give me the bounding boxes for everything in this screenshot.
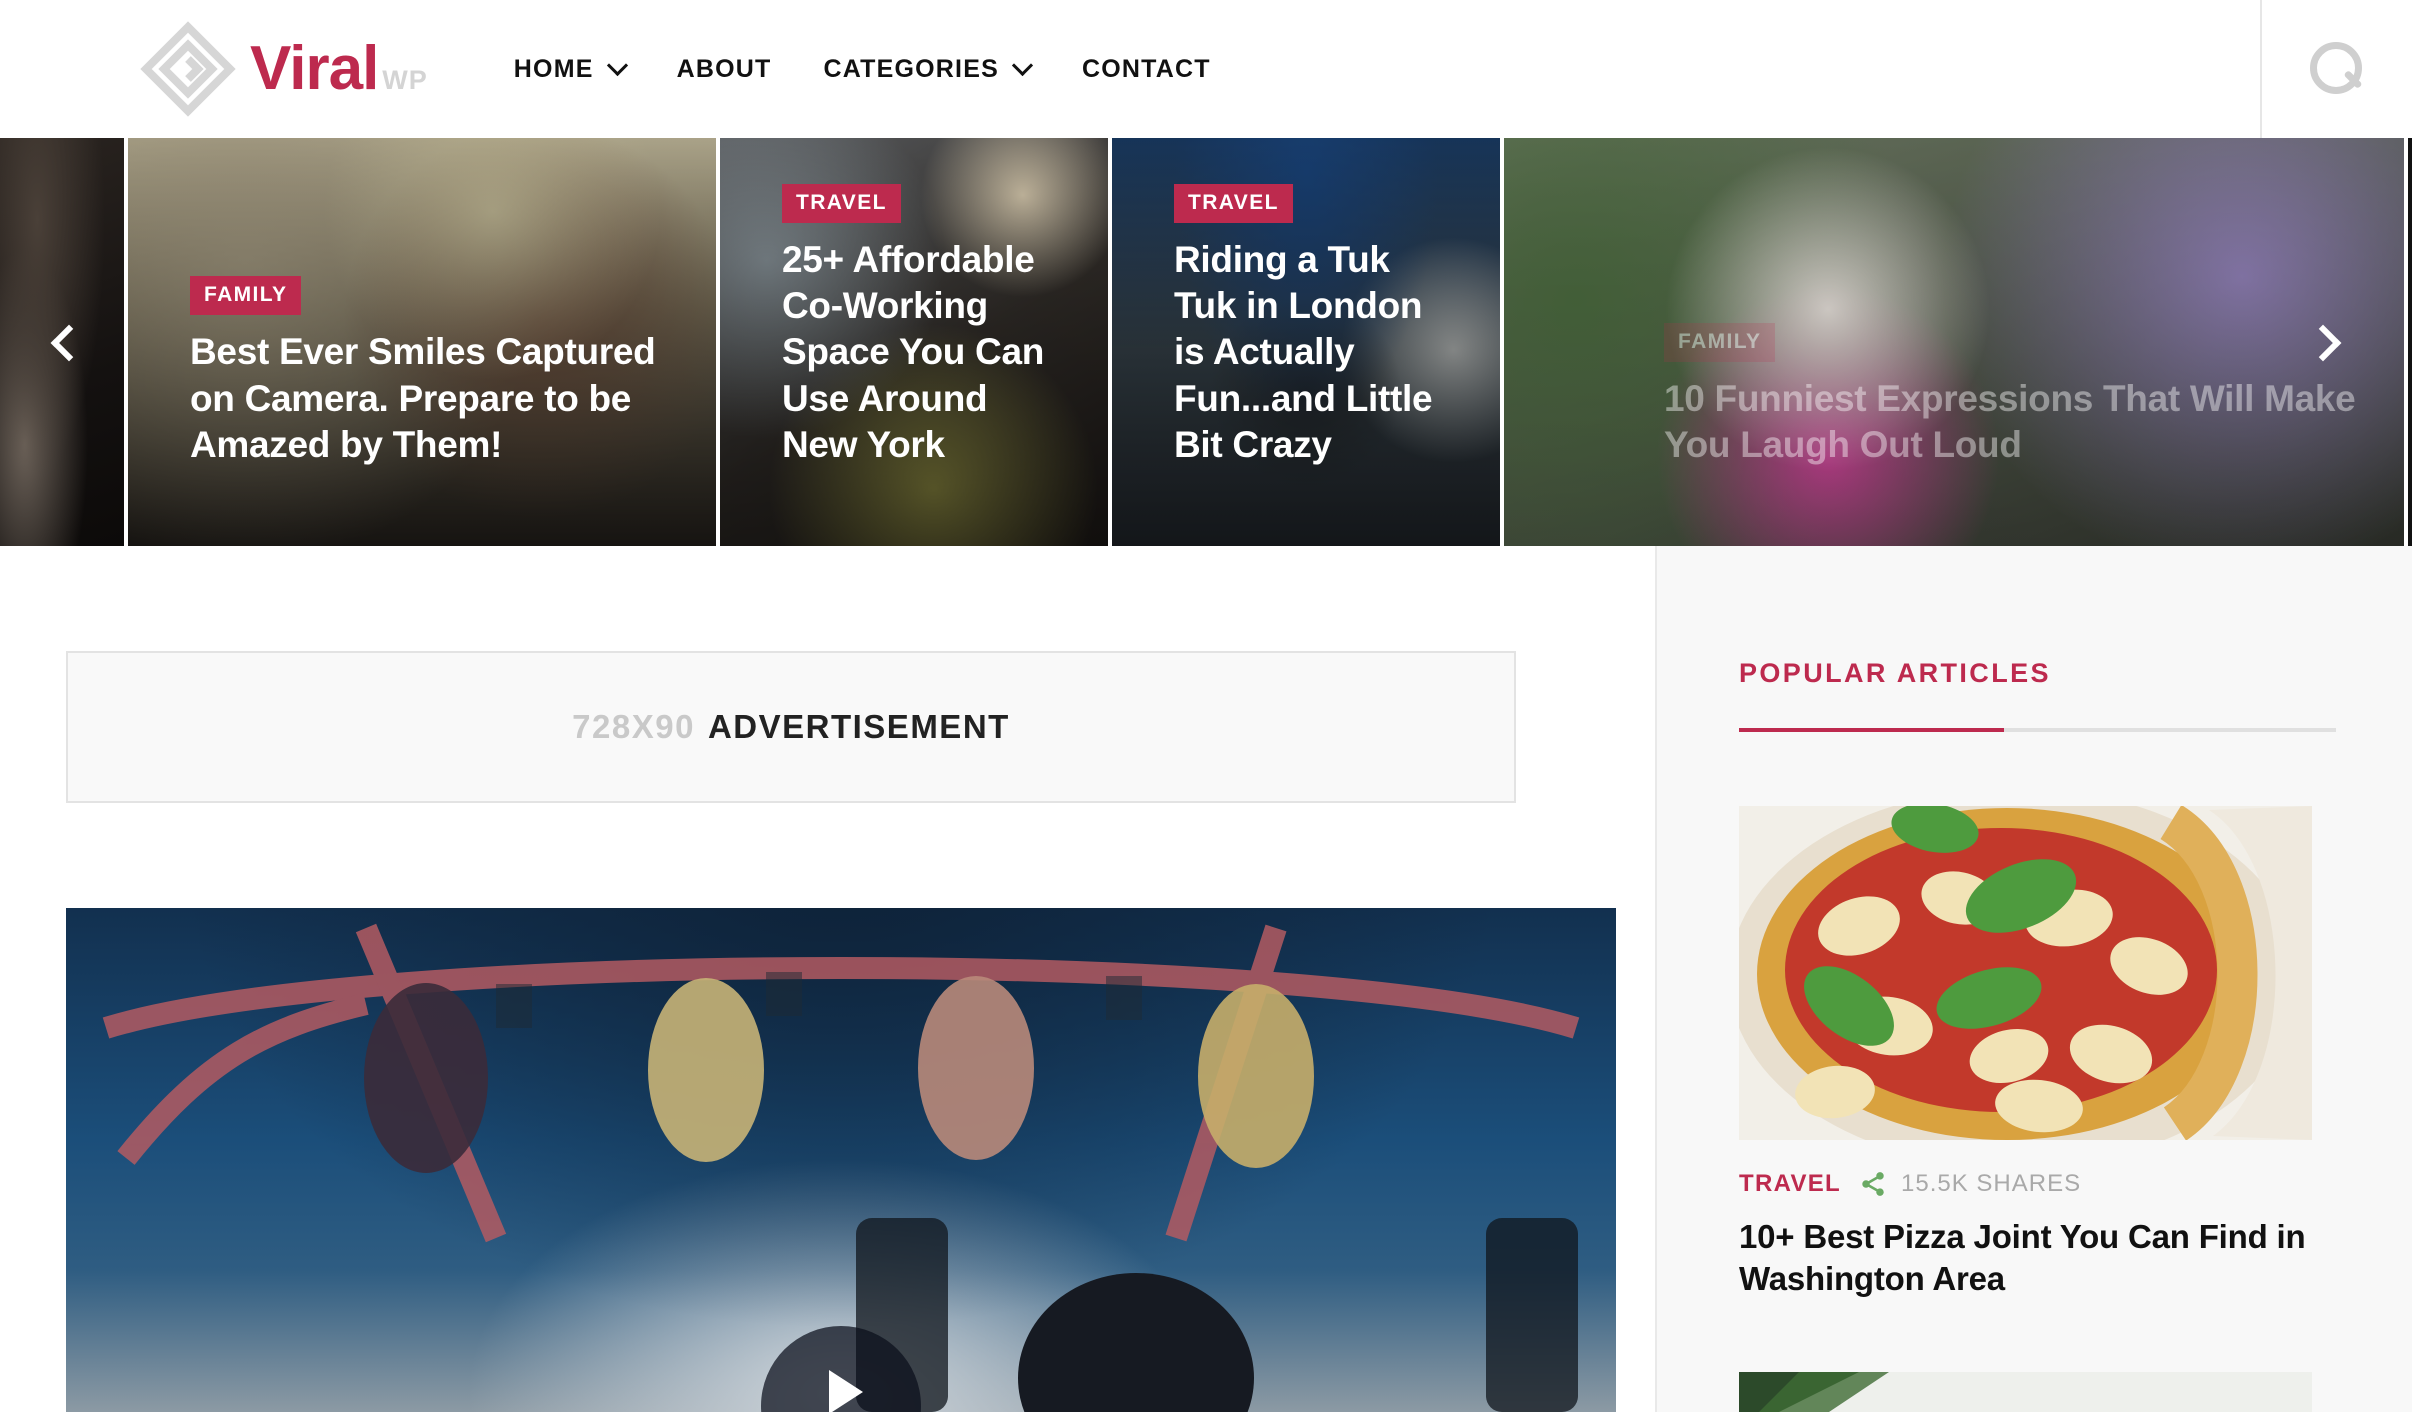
- slide-content: FAMILY Best Ever Smiles Captured on Came…: [190, 276, 676, 468]
- slide-category-badge[interactable]: TRAVEL: [782, 183, 901, 223]
- slide-2[interactable]: TRAVEL 25+ Affordable Co-Working Space Y…: [720, 138, 1112, 546]
- slider-next-button[interactable]: [2304, 324, 2356, 376]
- slide-content: TRAVEL 25+ Affordable Co-Working Space Y…: [782, 183, 1068, 468]
- slider-prev-button[interactable]: [50, 324, 102, 376]
- slide-title[interactable]: Riding a Tuk Tuk in London is Actually F…: [1174, 237, 1460, 468]
- article-shares-count: 15.5K SHARES: [1901, 1170, 2082, 1197]
- slide-content: TRAVEL Riding a Tuk Tuk in London is Act…: [1174, 183, 1460, 468]
- slide-title[interactable]: 25+ Affordable Co-Working Space You Can …: [782, 237, 1068, 468]
- article-thumbnail[interactable]: [1739, 806, 2312, 1140]
- main-navigation: HOME ABOUT CATEGORIES CONTACT: [514, 55, 1263, 84]
- nav-item-categories[interactable]: CATEGORIES: [823, 54, 1034, 84]
- chevron-down-icon: [606, 54, 628, 77]
- popular-article-2[interactable]: [1739, 1372, 2312, 1412]
- main-content: 728X90 ADVERTISEMENT: [0, 546, 1655, 1412]
- nav-label-about: ABOUT: [676, 54, 772, 83]
- search-button[interactable]: [2260, 0, 2412, 138]
- featured-video-thumbnail[interactable]: [66, 908, 1616, 1412]
- sidebar: POPULAR ARTICLES TRAVEL 15.5K SHARES 10+…: [1655, 546, 2412, 1412]
- play-button-icon: [829, 1370, 863, 1412]
- slide-category-badge[interactable]: FAMILY: [1664, 322, 1776, 362]
- sidebar-heading: POPULAR ARTICLES: [1739, 658, 2051, 688]
- chevron-right-icon: [2304, 324, 2342, 362]
- chevron-down-icon: [1011, 54, 1034, 77]
- slide-content: FAMILY 10 Funniest Expressions That Will…: [1664, 322, 2364, 469]
- featured-slider: FAMILY Best Ever Smiles Captured on Came…: [0, 138, 2412, 546]
- site-logo[interactable]: Viral WP: [140, 21, 428, 117]
- ad-text-label: ADVERTISEMENT: [707, 708, 1010, 745]
- logo-secondary-text: WP: [382, 65, 428, 95]
- chevron-left-icon: [50, 324, 88, 362]
- search-icon: [2310, 42, 2364, 96]
- share-nodes-icon: [1862, 1172, 1884, 1196]
- nav-label-categories: CATEGORIES: [823, 54, 999, 83]
- article-meta: TRAVEL 15.5K SHARES: [1739, 1170, 2312, 1198]
- slide-title[interactable]: Best Ever Smiles Captured on Camera. Pre…: [190, 329, 676, 468]
- nav-label-contact: CONTACT: [1081, 54, 1211, 83]
- slide-3[interactable]: TRAVEL Riding a Tuk Tuk in London is Act…: [1112, 138, 1504, 546]
- site-header: Viral WP HOME ABOUT CATEGORIES CONTACT: [0, 0, 2412, 138]
- nav-label-home: HOME: [513, 54, 594, 83]
- article-shares: 15.5K SHARES: [1859, 1170, 2081, 1198]
- popular-article-1[interactable]: TRAVEL 15.5K SHARES 10+ Best Pizza Joint…: [1739, 806, 2312, 1300]
- slide-title[interactable]: 10 Funniest Expressions That Will Make Y…: [1664, 376, 2364, 469]
- diamond-maze-logo-icon: [140, 21, 236, 117]
- slide-1[interactable]: FAMILY Best Ever Smiles Captured on Came…: [128, 138, 720, 546]
- slide-4[interactable]: FAMILY 10 Funniest Expressions That Will…: [1504, 138, 2408, 546]
- logo-primary-text: Viral: [250, 34, 379, 103]
- article-thumbnail[interactable]: [1739, 1372, 2312, 1412]
- article-title[interactable]: 10+ Best Pizza Joint You Can Find in Was…: [1739, 1216, 2312, 1300]
- ad-size-label: 728X90: [572, 708, 695, 745]
- slide-category-badge[interactable]: TRAVEL: [1174, 183, 1293, 223]
- article-category[interactable]: TRAVEL: [1739, 1170, 1841, 1198]
- nav-item-home[interactable]: HOME: [513, 54, 628, 84]
- sidebar-heading-rule: [1739, 728, 2336, 732]
- slide-category-badge[interactable]: FAMILY: [190, 276, 302, 316]
- nav-item-about[interactable]: ABOUT: [677, 55, 772, 84]
- nav-item-contact[interactable]: CONTACT: [1082, 55, 1211, 84]
- advertisement-banner[interactable]: 728X90 ADVERTISEMENT: [66, 651, 1516, 803]
